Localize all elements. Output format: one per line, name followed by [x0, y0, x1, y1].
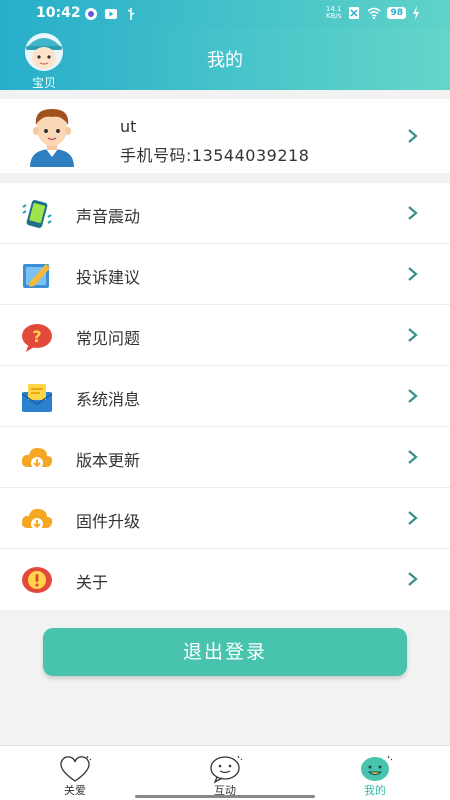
chevron-right-icon	[408, 450, 418, 464]
question-bubble-icon: ?	[22, 324, 52, 352]
menu-item-system-messages[interactable]: 系统消息	[0, 366, 450, 427]
video-app-icon	[105, 9, 117, 19]
cloud-download-icon	[21, 447, 53, 469]
settings-menu: 声音震动 投诉建议 ? 常见问题 系统消息 版本更新 固件升级 关于	[0, 183, 450, 610]
status-time: 10:42	[36, 5, 81, 21]
logout-button[interactable]: 退出登录	[43, 628, 407, 676]
baby-label: 宝贝	[31, 76, 56, 90]
cloud-download-icon	[21, 508, 53, 530]
chevron-right-icon	[408, 129, 418, 143]
menu-item-sound-vibration[interactable]: 声音震动	[0, 183, 450, 244]
chevron-right-icon	[408, 389, 418, 403]
tab-mine[interactable]: 我的	[345, 754, 405, 798]
svg-text:?: ?	[32, 327, 41, 346]
user-avatar-icon	[30, 109, 74, 167]
mail-message-icon	[21, 384, 53, 412]
tab-label: 关爱	[64, 784, 86, 797]
menu-label: 系统消息	[76, 390, 141, 409]
profile-card[interactable]: ut 手机号码:13544039218	[0, 99, 450, 173]
menu-item-version-update[interactable]: 版本更新	[0, 427, 450, 488]
menu-label: 常见问题	[76, 329, 141, 348]
net-speed-unit: KB/s	[325, 12, 342, 20]
usb-icon	[127, 8, 135, 20]
chevron-right-icon	[408, 511, 418, 525]
tab-label: 我的	[364, 784, 386, 797]
smile-face-icon	[361, 755, 393, 781]
tab-interact[interactable]: 互动	[195, 754, 255, 798]
chevron-right-icon	[408, 328, 418, 342]
sim-off-icon	[349, 7, 360, 19]
menu-label: 版本更新	[76, 451, 141, 470]
menu-item-faq[interactable]: ? 常见问题	[0, 305, 450, 366]
user-phone: 手机号码:13544039218	[120, 146, 310, 165]
menu-label: 固件升级	[76, 512, 141, 531]
menu-item-feedback[interactable]: 投诉建议	[0, 244, 450, 305]
bottom-tab-bar: 关爱 互动 我的	[0, 745, 450, 800]
chevron-right-icon	[408, 572, 418, 586]
heart-icon	[60, 755, 92, 782]
status-right-icons: 14.1 KB/s 98	[326, 6, 420, 20]
battery-level: 98	[387, 7, 406, 19]
status-bar: 10:42 14.1 KB/s 98	[0, 0, 450, 28]
menu-item-firmware-upgrade[interactable]: 固件升级	[0, 488, 450, 549]
page-title: 我的	[207, 50, 243, 71]
app-notification-icon	[85, 8, 97, 20]
net-speed: 14.1 KB/s	[326, 6, 342, 20]
home-indicator	[135, 795, 315, 798]
user-name: ut	[120, 117, 137, 136]
menu-label: 关于	[76, 573, 109, 592]
chevron-right-icon	[408, 206, 418, 220]
tab-care[interactable]: 关爱	[45, 754, 105, 798]
phone-vibrate-icon	[22, 200, 52, 228]
menu-label: 声音震动	[76, 207, 141, 226]
chat-face-icon	[210, 755, 243, 784]
edit-feedback-icon	[23, 264, 50, 288]
status-notification-icons	[84, 7, 138, 21]
app-header: 宝贝 我的	[0, 28, 450, 90]
chevron-right-icon	[408, 267, 418, 281]
menu-item-about[interactable]: 关于	[0, 549, 450, 610]
alert-info-icon	[22, 567, 52, 593]
charging-icon	[413, 6, 419, 20]
menu-label: 投诉建议	[76, 268, 141, 287]
wifi-icon	[367, 7, 381, 20]
